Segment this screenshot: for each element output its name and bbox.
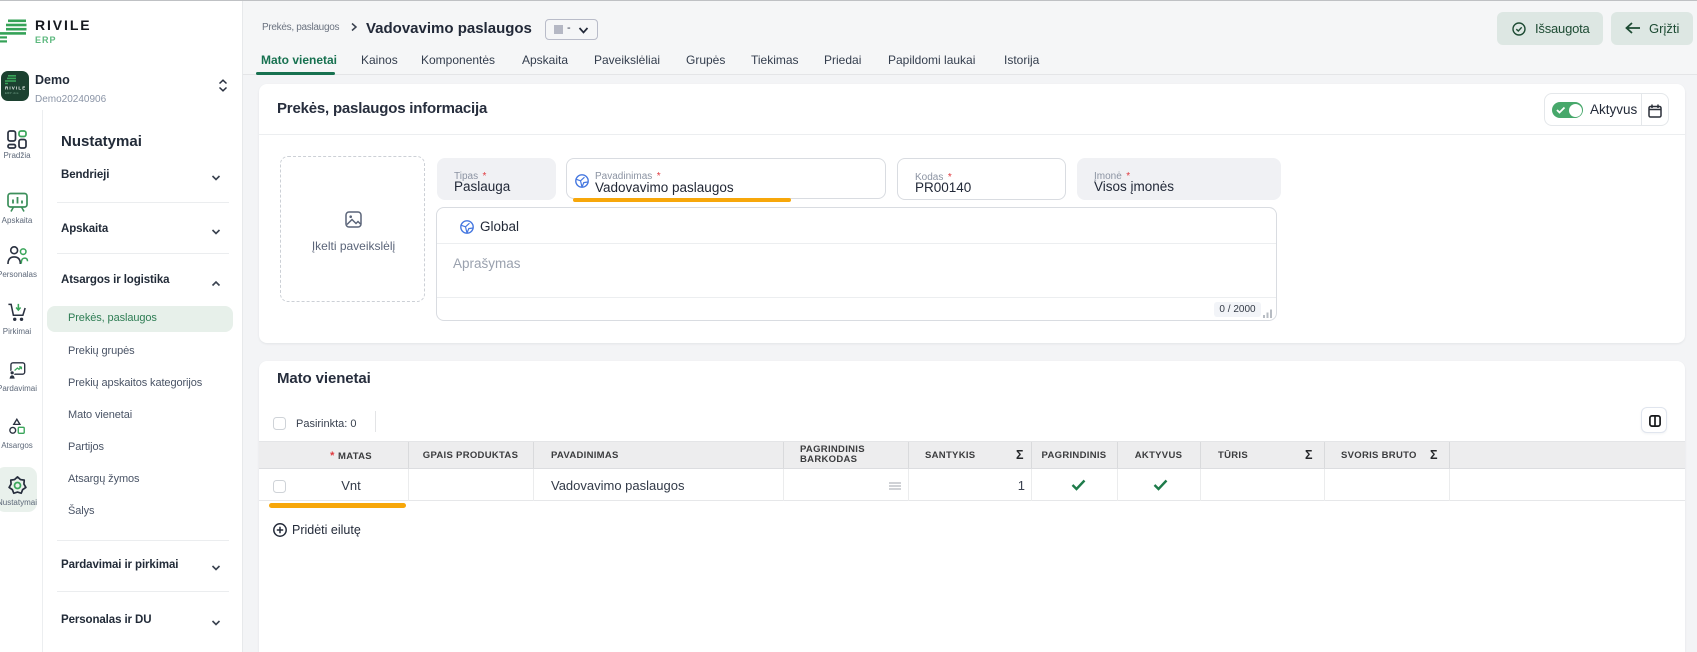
svg-text:RIVILE: RIVILE bbox=[5, 86, 25, 91]
svg-text:ERP·dvs: ERP·dvs bbox=[5, 91, 19, 95]
